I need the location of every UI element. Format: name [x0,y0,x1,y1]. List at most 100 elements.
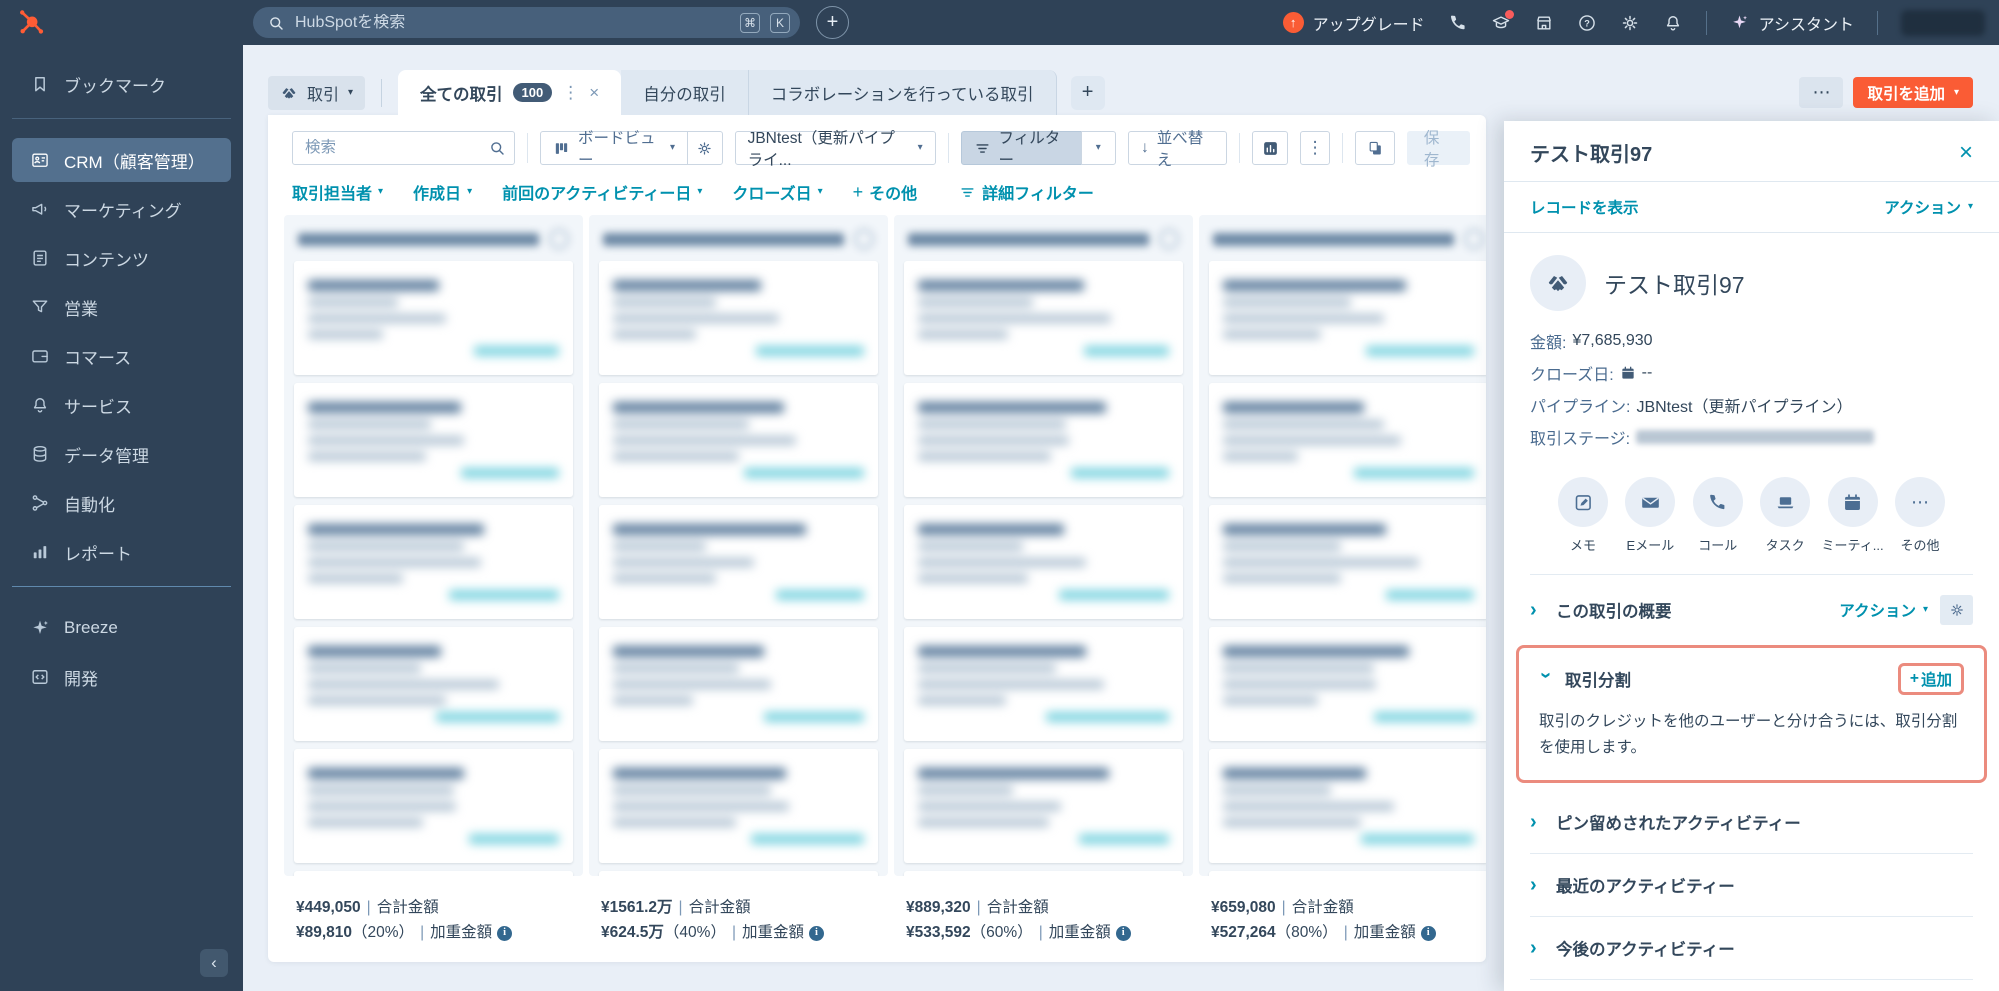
deal-card[interactable] [1209,383,1486,497]
overview-settings-button[interactable] [1940,595,1973,625]
sidebar-item-sales[interactable]: 営業 [12,285,231,329]
pipeline-dropdown[interactable]: JBNtest（更新パイプライ... ▾ [734,130,936,169]
quick-filter-deal-owner[interactable]: 取引担当者 ▾ [292,180,383,204]
board-search-input[interactable] [292,131,516,165]
marketplace-icon[interactable] [1534,13,1554,33]
board-settings-button[interactable] [687,131,723,165]
filter-button[interactable]: フィルター [960,130,1082,169]
deal-card[interactable] [599,871,878,876]
sidebar-item-service[interactable]: サービス [12,383,231,427]
clone-view-button[interactable] [1355,131,1395,165]
email-action[interactable]: Eメール [1619,477,1681,554]
deal-card[interactable] [294,383,573,497]
section-pinned-activity[interactable]: › ピン留めされたアクティビティー [1530,791,1973,853]
deal-card[interactable] [1209,627,1486,741]
tab-my-deals[interactable]: 自分の取引 [621,70,749,115]
info-icon[interactable]: i [1420,926,1436,942]
deal-card[interactable] [294,505,573,619]
deal-card[interactable] [599,383,878,497]
help-icon[interactable] [1577,13,1597,33]
deal-card[interactable] [599,505,878,619]
deal-card[interactable] [904,749,1183,863]
quick-create-button[interactable]: + [816,6,849,39]
quick-filter-close-date[interactable]: クローズ日 ▾ [732,180,822,204]
sidebar-item-breeze[interactable]: Breeze [12,606,231,650]
sidebar-item-commerce[interactable]: コマース [12,334,231,378]
overview-actions-dropdown[interactable]: アクション ▾ [1839,599,1928,621]
sidebar-item-marketing[interactable]: マーケティング [12,187,231,231]
panel-actions-dropdown[interactable]: アクション ▾ [1884,196,1973,218]
add-view-button[interactable]: + [1070,75,1105,110]
deal-card[interactable] [904,627,1183,741]
more-actions[interactable]: ⋯ その他 [1889,477,1951,554]
sidebar-item-development[interactable]: 開発 [12,655,231,699]
info-icon[interactable]: i [809,926,824,942]
advanced-filters-button[interactable]: 詳細フィルター [959,180,1094,204]
section-deal-overview[interactable]: › この取引の概要 アクション ▾ [1530,574,1973,643]
sidebar-item-bookmarks[interactable]: ブックマーク [12,62,231,106]
sidebar-item-crm[interactable]: CRM（顧客管理） [12,138,231,182]
task-action[interactable]: タスク [1754,477,1816,554]
pipeline-stage-column [284,215,583,876]
deal-card[interactable] [294,261,573,375]
board-search[interactable] [292,131,516,165]
quick-filter-more[interactable]: + その他 [853,180,918,204]
filter-caret-button[interactable]: ▾ [1080,131,1117,165]
object-type-dropdown[interactable]: 取引 ▾ [268,75,366,110]
view-record-link[interactable]: レコードを表示 [1530,196,1639,218]
sidebar-item-content[interactable]: コンテンツ [12,236,231,280]
deal-card[interactable] [294,749,573,863]
deal-card[interactable] [599,749,878,863]
deal-card[interactable] [904,383,1183,497]
tab-all-deals[interactable]: 全ての取引 100 ⋮ × [398,70,622,115]
add-deal-split-button[interactable]: + 追加 [1897,663,1964,695]
info-icon[interactable]: i [497,926,513,942]
deal-card[interactable] [599,627,878,741]
board-more-button[interactable]: ⋮ [1300,131,1331,165]
meeting-action[interactable]: ミーティ... [1822,477,1884,554]
deal-card[interactable] [904,871,1183,876]
section-upcoming-activity[interactable]: › 今後のアクティビティー [1530,916,1973,979]
deal-card[interactable] [599,261,878,375]
view-type-dropdown[interactable]: ボードビュー ▾ [539,130,689,169]
tab-collaboration-deals[interactable]: コラボレーションを行っている取引 [748,70,1057,115]
deal-card[interactable] [1209,261,1486,375]
deal-card[interactable] [1209,871,1486,876]
tab-close-icon[interactable]: × [589,83,599,103]
deal-card[interactable] [904,505,1183,619]
section-recent-activity[interactable]: › 最近のアクティビティー [1530,853,1973,916]
call-action[interactable]: コール [1687,477,1749,554]
sidebar-item-data-management[interactable]: データ管理 [12,432,231,476]
sidebar-item-reports[interactable]: レポート [12,530,231,574]
insights-button[interactable] [1252,131,1289,165]
quick-filter-last-activity-date[interactable]: 前回のアクティビティー日 ▾ [502,180,702,204]
upgrade-button[interactable]: ↑ アップグレード [1282,11,1425,35]
deal-card[interactable] [1209,749,1486,863]
deal-card[interactable] [1209,505,1486,619]
notifications-icon[interactable] [1663,13,1683,33]
calls-icon[interactable] [1448,13,1468,33]
assistant-button[interactable]: アシスタント [1730,11,1854,35]
academy-icon[interactable] [1491,9,1514,33]
sort-button[interactable]: ↓ 並べ替え [1128,130,1228,169]
deal-card[interactable] [294,871,573,876]
settings-icon[interactable] [1620,13,1640,33]
hubspot-logo[interactable] [16,8,46,38]
quick-filter-create-date[interactable]: 作成日 ▾ [413,180,472,204]
sidebar-item-automation[interactable]: 自動化 [12,481,231,525]
global-search-input[interactable] [295,13,730,32]
add-deal-button[interactable]: 取引を追加 ▾ [1853,77,1973,108]
close-icon[interactable]: × [1959,140,1973,165]
save-view-button[interactable]: 保存 [1406,130,1471,169]
chevron-down-icon[interactable]: › [1535,672,1557,686]
deal-card[interactable] [904,261,1183,375]
account-menu[interactable] [1901,9,1985,36]
tab-options-icon[interactable]: ⋮ [562,83,579,103]
more-options-button[interactable]: ⋯ [1799,77,1844,108]
global-search[interactable]: ⌘ K [253,7,800,38]
sidebar-collapse-button[interactable]: ‹ [200,949,228,977]
section-contacts[interactable]: › コンタクト（0件） +追加 [1530,979,1973,991]
note-action[interactable]: メモ [1552,477,1614,554]
info-icon[interactable]: i [1115,926,1131,942]
deal-card[interactable] [294,627,573,741]
